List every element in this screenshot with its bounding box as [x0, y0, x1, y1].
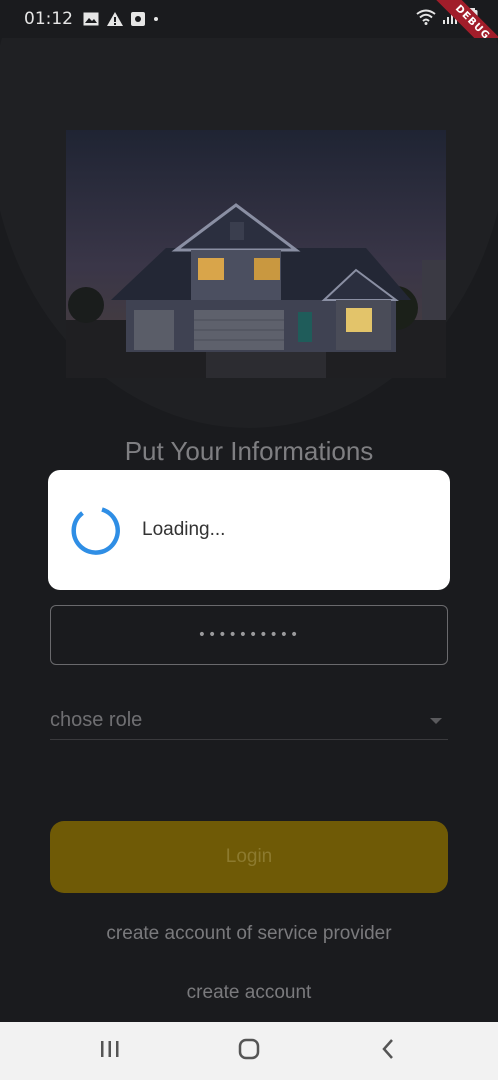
- back-icon: [380, 1038, 396, 1064]
- back-button[interactable]: [358, 1022, 418, 1080]
- loading-dialog: Loading...: [48, 470, 450, 590]
- recents-icon: [99, 1040, 121, 1062]
- home-button[interactable]: [219, 1022, 279, 1080]
- loading-text: Loading...: [142, 519, 226, 540]
- recents-button[interactable]: [80, 1022, 140, 1080]
- spinner-icon: [68, 504, 120, 556]
- home-icon: [238, 1038, 260, 1064]
- system-nav-bar: [0, 1022, 498, 1080]
